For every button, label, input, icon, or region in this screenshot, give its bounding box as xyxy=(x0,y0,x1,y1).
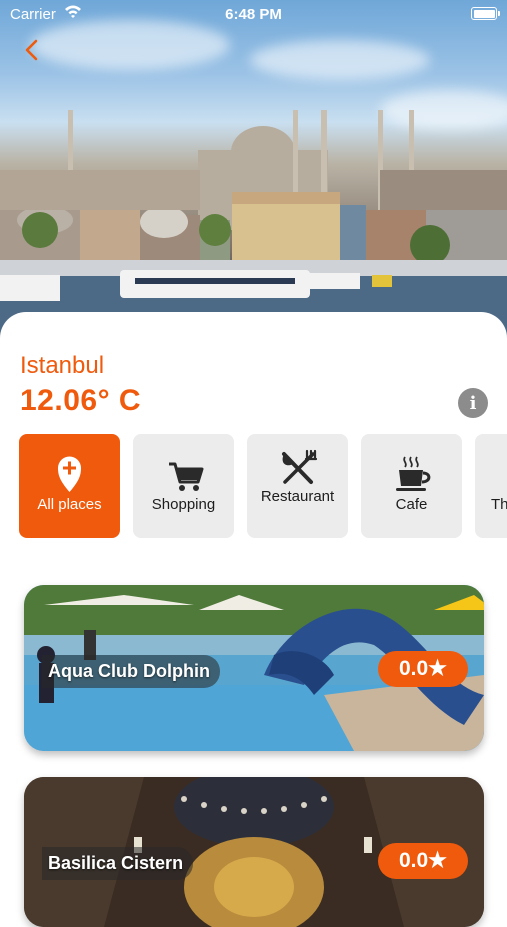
category-scroller[interactable]: All places Shopping Restaurant Cafe Th xyxy=(19,434,507,538)
category-label: Th xyxy=(491,496,507,513)
city-name: Istanbul xyxy=(20,352,105,379)
category-restaurant[interactable]: Restaurant xyxy=(247,434,348,538)
back-chevron-icon[interactable] xyxy=(18,36,46,64)
category-label: Restaurant xyxy=(260,488,335,505)
map-pin-plus-icon xyxy=(58,456,81,492)
place-name: Basilica Cistern xyxy=(42,847,194,880)
category-shopping[interactable]: Shopping xyxy=(133,434,234,538)
place-card-basilica-cistern[interactable]: Basilica Cistern 0.0★ xyxy=(24,777,484,927)
info-button[interactable]: i xyxy=(458,388,488,418)
temperature-value: 12.06° C xyxy=(20,384,142,417)
city-detail-sheet: Istanbul 12.06° C i All places Shopping xyxy=(0,312,507,927)
status-bar: Carrier 6:48 PM xyxy=(0,0,507,30)
category-label: Shopping xyxy=(151,496,216,513)
category-partial[interactable]: Th xyxy=(475,434,507,538)
place-name: Aqua Club Dolphin xyxy=(42,655,220,688)
place-card-aqua-club-dolphin[interactable]: Aqua Club Dolphin 0.0★ xyxy=(24,585,484,751)
info-icon: i xyxy=(469,393,477,414)
category-cafe[interactable]: Cafe xyxy=(361,434,462,538)
istanbul-skyline-illustration xyxy=(0,110,507,340)
coffee-cup-icon xyxy=(396,456,431,491)
battery-icon xyxy=(471,7,500,20)
category-label: All places xyxy=(37,496,102,513)
rating-badge: 0.0★ xyxy=(378,651,468,687)
shopping-cart-icon xyxy=(169,462,204,491)
category-all-places[interactable]: All places xyxy=(19,434,120,538)
clock-time: 6:48 PM xyxy=(225,6,282,23)
category-label: Cafe xyxy=(395,496,428,513)
fork-knife-icon xyxy=(282,449,318,484)
rating-badge: 0.0★ xyxy=(378,843,468,879)
hero-city-photo xyxy=(0,0,507,340)
